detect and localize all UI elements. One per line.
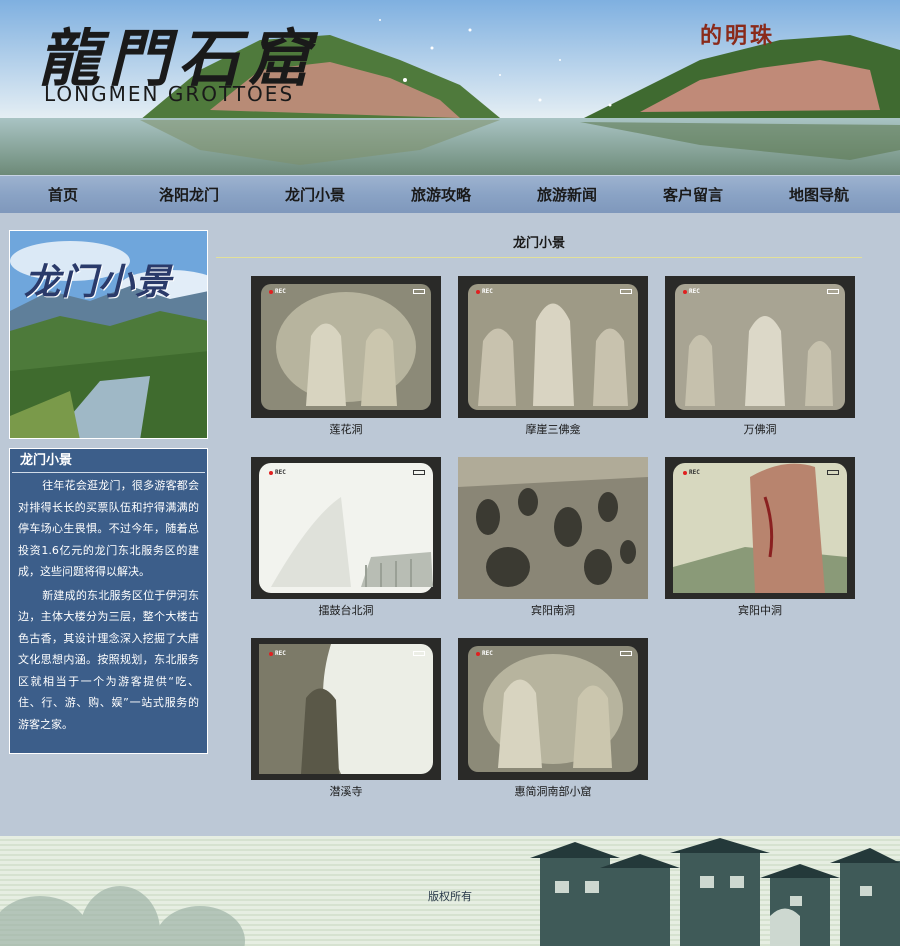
sidebar-info-box: 龙门小景 往年花会逛龙门，很多游客都会对排得长长的买票队伍和拧得满满的停车场心生… [9,448,208,754]
battery-icon [413,289,425,294]
nav-item-home[interactable]: 首页 [0,176,126,214]
gallery-item[interactable]: REC 潜溪寺 [251,638,441,799]
nav-item-longmen-scenery[interactable]: 龙门小景 [252,176,378,214]
sidebar-paragraph-2: 新建成的东北服务区位于伊河东边，主体大楼分为三层，整个大楼古色古香，其设计理念深… [18,588,199,731]
rec-indicator: REC [476,288,493,295]
gallery-photo[interactable] [458,457,648,599]
battery-icon [413,470,425,475]
rec-indicator: REC [683,469,700,476]
gallery-caption[interactable]: 莲花洞 [251,423,441,437]
sidebar-image-title: 龙门小景 [24,261,173,303]
nav-item-travel-guide[interactable]: 旅游攻略 [378,176,504,214]
gallery-caption[interactable]: 宾阳中洞 [665,604,855,618]
gallery-caption[interactable]: 万佛洞 [665,423,855,437]
gallery-photo[interactable]: REC [458,276,648,418]
gallery-item[interactable]: REC 莲花洞 [251,276,441,437]
rec-indicator: REC [476,650,493,657]
site-logo-english: LONGMEN GROTTOES [44,82,295,106]
nav-item-travel-news[interactable]: 旅游新闻 [504,176,630,214]
rec-indicator: REC [269,469,286,476]
gallery-photo[interactable]: REC [251,638,441,780]
page-footer: 版权所有 [0,836,900,946]
battery-icon [620,289,632,294]
gallery-photo[interactable]: REC [665,276,855,418]
header-slogan: 的明珠 [700,23,776,49]
rec-indicator: REC [683,288,700,295]
gallery-caption[interactable]: 惠简洞南部小窟 [458,785,648,799]
gallery-photo[interactable]: REC [251,457,441,599]
gallery-photo[interactable]: REC [251,276,441,418]
gallery-caption[interactable]: 摩崖三佛龛 [458,423,648,437]
sidebar-box-title: 龙门小景 [12,449,205,473]
main-navigation: 首页 洛阳龙门 龙门小景 旅游攻略 旅游新闻 客户留言 地图导航 [0,175,900,213]
sidebar-feature-image: 龙门小景 [9,230,208,439]
gallery-caption[interactable]: 擂鼓台北洞 [251,604,441,618]
gallery-item[interactable]: REC 宾阳中洞 [665,457,855,618]
gallery-photo[interactable]: REC [665,457,855,599]
rec-indicator: REC [269,650,286,657]
header-banner: 龍門石窟 LONGMEN GROTTOES 的明珠 [0,0,900,175]
rec-indicator: REC [269,288,286,295]
content-title: 龙门小景 [216,230,862,258]
gallery-caption[interactable]: 宾阳南洞 [458,604,648,618]
gallery-item[interactable]: REC 万佛洞 [665,276,855,437]
gallery-item[interactable]: REC 惠简洞南部小窟 [458,638,648,799]
gallery-item[interactable]: REC 擂鼓台北洞 [251,457,441,618]
nav-item-guestbook[interactable]: 客户留言 [630,176,756,214]
sidebar-paragraph-1: 往年花会逛龙门，很多游客都会对排得长长的买票队伍和拧得满满的停车场心生畏惧。不过… [18,479,199,578]
battery-icon [827,289,839,294]
gallery-caption[interactable]: 潜溪寺 [251,785,441,799]
gallery-item[interactable]: 宾阳南洞 [458,457,648,618]
gallery-photo[interactable]: REC [458,638,648,780]
nav-item-map[interactable]: 地图导航 [756,176,882,214]
battery-icon [620,651,632,656]
copyright-text: 版权所有 [428,890,472,903]
battery-icon [413,651,425,656]
gallery-item[interactable]: REC 摩崖三佛龛 [458,276,648,437]
battery-icon [827,470,839,475]
nav-item-luoyang-longmen[interactable]: 洛阳龙门 [126,176,252,214]
